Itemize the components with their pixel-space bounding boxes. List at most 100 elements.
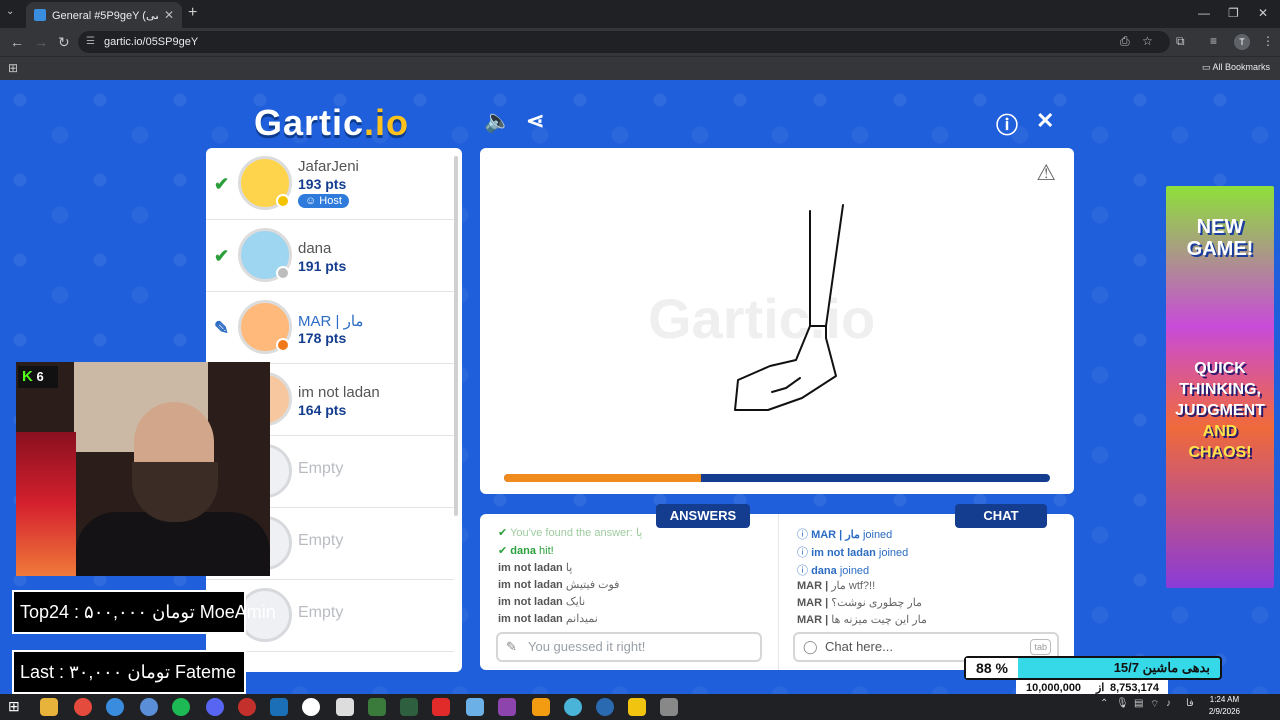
app-icon[interactable] [532,698,550,716]
app-icon[interactable] [660,698,678,716]
share-icon[interactable]: ⋖ [526,108,544,134]
app-icon[interactable] [432,698,450,716]
site-info-icon[interactable]: ☰ [86,31,95,53]
chat-tab[interactable]: CHAT [955,504,1047,528]
sound-icon[interactable]: 🔈 [484,108,511,134]
reload-icon[interactable]: ↻ [58,34,70,51]
ad-tagline-4: CHAOS! [1188,444,1252,461]
status-dot [276,266,290,280]
restore-icon[interactable]: ❐ [1228,6,1239,20]
advertisement-banner[interactable]: NEW GAME! QUICK THINKING, JUDGMENT AND C… [1166,186,1274,588]
exit-icon[interactable]: ✕ [1036,108,1054,134]
tab-close-icon[interactable]: ✕ [164,8,174,22]
player-row: ✔ dana 191 pts [206,220,454,292]
clock-time: 1:24 AM [1209,695,1240,704]
pencil-icon: ✎ [506,639,517,654]
extensions-icon[interactable]: ⧉ [1176,34,1185,49]
app-icon[interactable] [628,698,646,716]
bookmarks-bar: ⊞ ▭ All Bookmarks [0,56,1280,80]
ad-tagline-1: QUICK THINKING, [1179,360,1261,398]
kebab-menu-icon[interactable]: ⋮ [1262,34,1274,48]
host-label: Host [319,195,342,207]
host-badge: ☺ Host [298,194,349,208]
bookmark-star-icon[interactable]: ☆ [1142,34,1153,48]
player-points: 164 pts [298,402,347,418]
obs-icon[interactable] [238,698,256,716]
ad-tagline: QUICK THINKING, JUDGMENT AND CHAOS! [1170,358,1270,463]
edge-icon[interactable] [106,698,124,716]
window-close-icon[interactable]: ✕ [1258,6,1268,20]
taskbar-clock[interactable]: 1:24 AM 2/9/2026 [1209,694,1240,718]
player-points: 178 pts [298,330,347,346]
turn-progress-bar [504,474,1050,482]
info-icon[interactable]: ⓘ [996,108,1018,140]
message-text: پا [565,562,573,574]
discord-icon[interactable] [206,698,224,716]
folder-icon: ▭ [1201,62,1213,72]
browser-tab[interactable]: General #5P9geY (فارسی) - Gartic ✕ [26,2,182,28]
player-name: MAR | مار [298,313,364,330]
app-icon[interactable] [400,698,418,716]
player-row: ✔ JafarJeni 193 pts ☺ Host [206,148,454,220]
answer-placeholder: You guessed it right! [528,639,646,654]
spotify-icon[interactable] [172,698,190,716]
tab-search-icon[interactable]: ⌄ [6,6,14,17]
file-explorer-icon[interactable] [40,698,58,716]
gartic-logo: Gartic.io [254,102,409,144]
all-bookmarks-label: All Bookmarks [1212,62,1270,72]
answers-tab[interactable]: ANSWERS [656,504,750,528]
message-user: im not ladan [811,547,876,559]
address-bar-row: ← → ↻ ☰ gartic.io/05SP9geY [0,28,1280,56]
viewer-count: 6 [36,369,44,384]
back-icon[interactable]: ← [10,34,24,50]
minimize-icon[interactable]: — [1198,6,1210,20]
microphone-icon[interactable]: 🎙 [1116,698,1134,716]
found-answer-message: ✔ You've found the answer: پا [498,526,642,539]
install-app-icon[interactable]: ⎙ [1120,34,1130,49]
steam-icon[interactable] [270,698,288,716]
player-name: dana [298,240,332,257]
turn-progress-fill [504,474,701,482]
rider-icon[interactable] [498,698,516,716]
url-omnibox[interactable]: ☰ gartic.io/05SP9geY [78,31,1170,53]
guess-message: im not ladan نایک [498,595,585,608]
answer-input[interactable]: ✎ You guessed it right! [496,632,762,662]
all-bookmarks[interactable]: ▭ All Bookmarks [1202,62,1270,73]
pencil-icon: ✎ [214,318,230,338]
profile-avatar[interactable]: T [1234,34,1250,50]
app-icon[interactable] [596,698,614,716]
host-icon: ☺ [305,195,320,207]
app-icon[interactable] [336,698,354,716]
message-text: hit! [539,545,554,557]
app-icon[interactable] [140,698,158,716]
app-icon[interactable] [466,698,484,716]
app-icon[interactable] [564,698,582,716]
message-user: dana [510,545,536,557]
message-user: MAR | مار [811,529,860,541]
chrome-icon[interactable] [74,698,92,716]
player-name: im not ladan [298,384,380,401]
join-message: ⓘ dana joined [797,562,869,578]
reading-list-icon[interactable]: ≡ [1210,34,1217,48]
volume-icon[interactable]: ♪ [1166,698,1184,716]
join-message: ⓘ MAR | مار joined [797,526,892,542]
apps-grid-icon[interactable]: ⊞ [8,61,18,75]
guess-message: im not ladan پا [498,561,572,574]
message-text: مار این چیت میزنه ها [831,614,927,626]
drawing-canvas[interactable]: Gartic.io ⚠ [480,148,1074,494]
info-icon: ⓘ [797,529,812,541]
message-text: نمیدانم [565,613,598,625]
app-icon[interactable] [302,698,320,716]
url-text: gartic.io/05SP9geY [104,36,199,48]
windows-start-icon[interactable]: ⊞ [8,698,26,716]
player-list-scrollbar[interactable] [454,156,458,516]
goal-title: بدهی ماشین 15/7 [1113,660,1210,675]
new-tab-button[interactable]: + [188,4,197,22]
tab-key-hint: tab [1030,639,1051,655]
goal-percent-sign: % [995,660,1008,676]
message-text: joined [862,529,893,541]
forward-icon[interactable]: → [34,34,48,50]
app-icon[interactable] [368,698,386,716]
check-icon: ✔ [214,174,230,194]
language-icon[interactable]: فا [1186,698,1204,716]
